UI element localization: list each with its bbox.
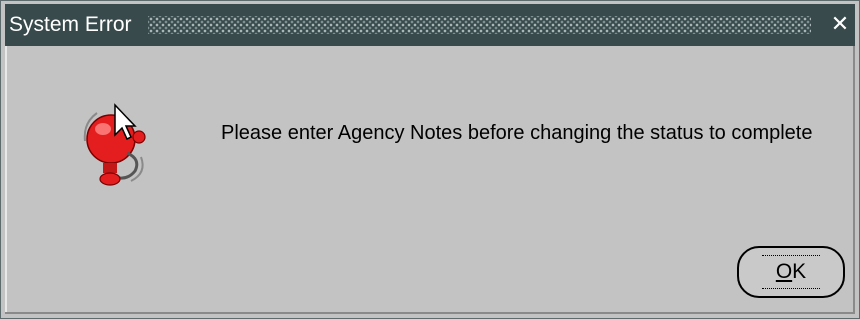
system-error-dialog: System Error ✕ Please enter Agency Notes…: [0, 0, 860, 319]
title-bar[interactable]: System Error ✕: [5, 4, 855, 46]
ok-mnemonic: O: [775, 260, 793, 283]
frame-edge-right: [853, 46, 855, 314]
close-icon[interactable]: ✕: [825, 14, 855, 36]
alarm-bell-icon: [83, 103, 146, 186]
frame-edge-left: [5, 46, 7, 314]
frame-edge-bottom: [5, 312, 855, 314]
ok-button-label: OK: [761, 255, 821, 289]
ok-button[interactable]: OK: [737, 246, 845, 298]
title-bar-grip-pattern: [147, 16, 811, 34]
ok-label-rest: K: [792, 260, 807, 283]
error-message: Please enter Agency Notes before changin…: [221, 122, 813, 144]
window-title: System Error: [9, 13, 132, 36]
